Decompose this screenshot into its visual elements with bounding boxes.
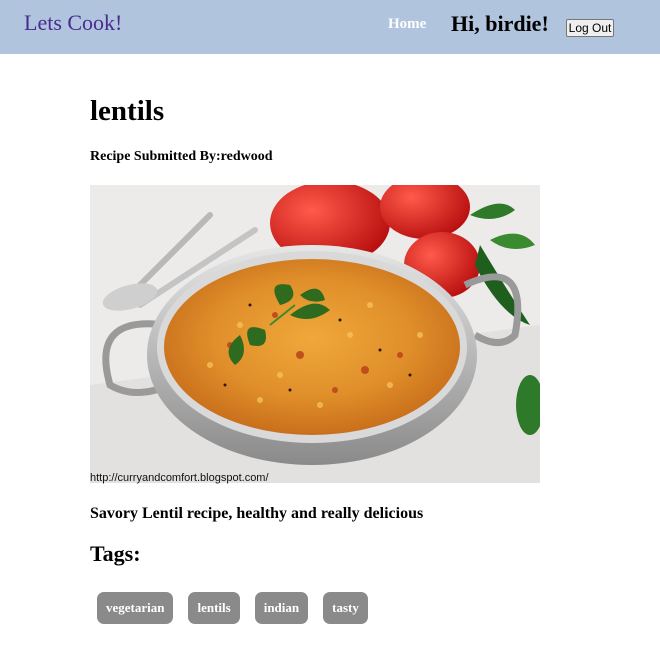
tag-list: vegetarian lentils indian tasty (97, 592, 368, 624)
navbar: Lets Cook! Home Hi, birdie! Log Out (0, 0, 660, 54)
recipe-image (90, 185, 540, 483)
brand-link[interactable]: Lets Cook! (24, 10, 122, 36)
image-credit: http://curryandcomfort.blogspot.com/ (90, 472, 269, 484)
recipe-author: Recipe Submitted By:redwood (90, 149, 273, 164)
home-link[interactable]: Home (388, 16, 426, 33)
tag-vegetarian[interactable]: vegetarian (97, 592, 174, 624)
user-greeting: Hi, birdie! (451, 11, 549, 36)
recipe-description: Savory Lentil recipe, healthy and really… (90, 505, 424, 522)
tag-tasty[interactable]: tasty (323, 592, 368, 624)
tag-lentils[interactable]: lentils (188, 592, 240, 624)
recipe-title: lentils (90, 95, 165, 127)
tag-indian[interactable]: indian (254, 592, 309, 624)
logout-button[interactable]: Log Out (566, 19, 614, 37)
tags-heading: Tags: (90, 541, 141, 566)
